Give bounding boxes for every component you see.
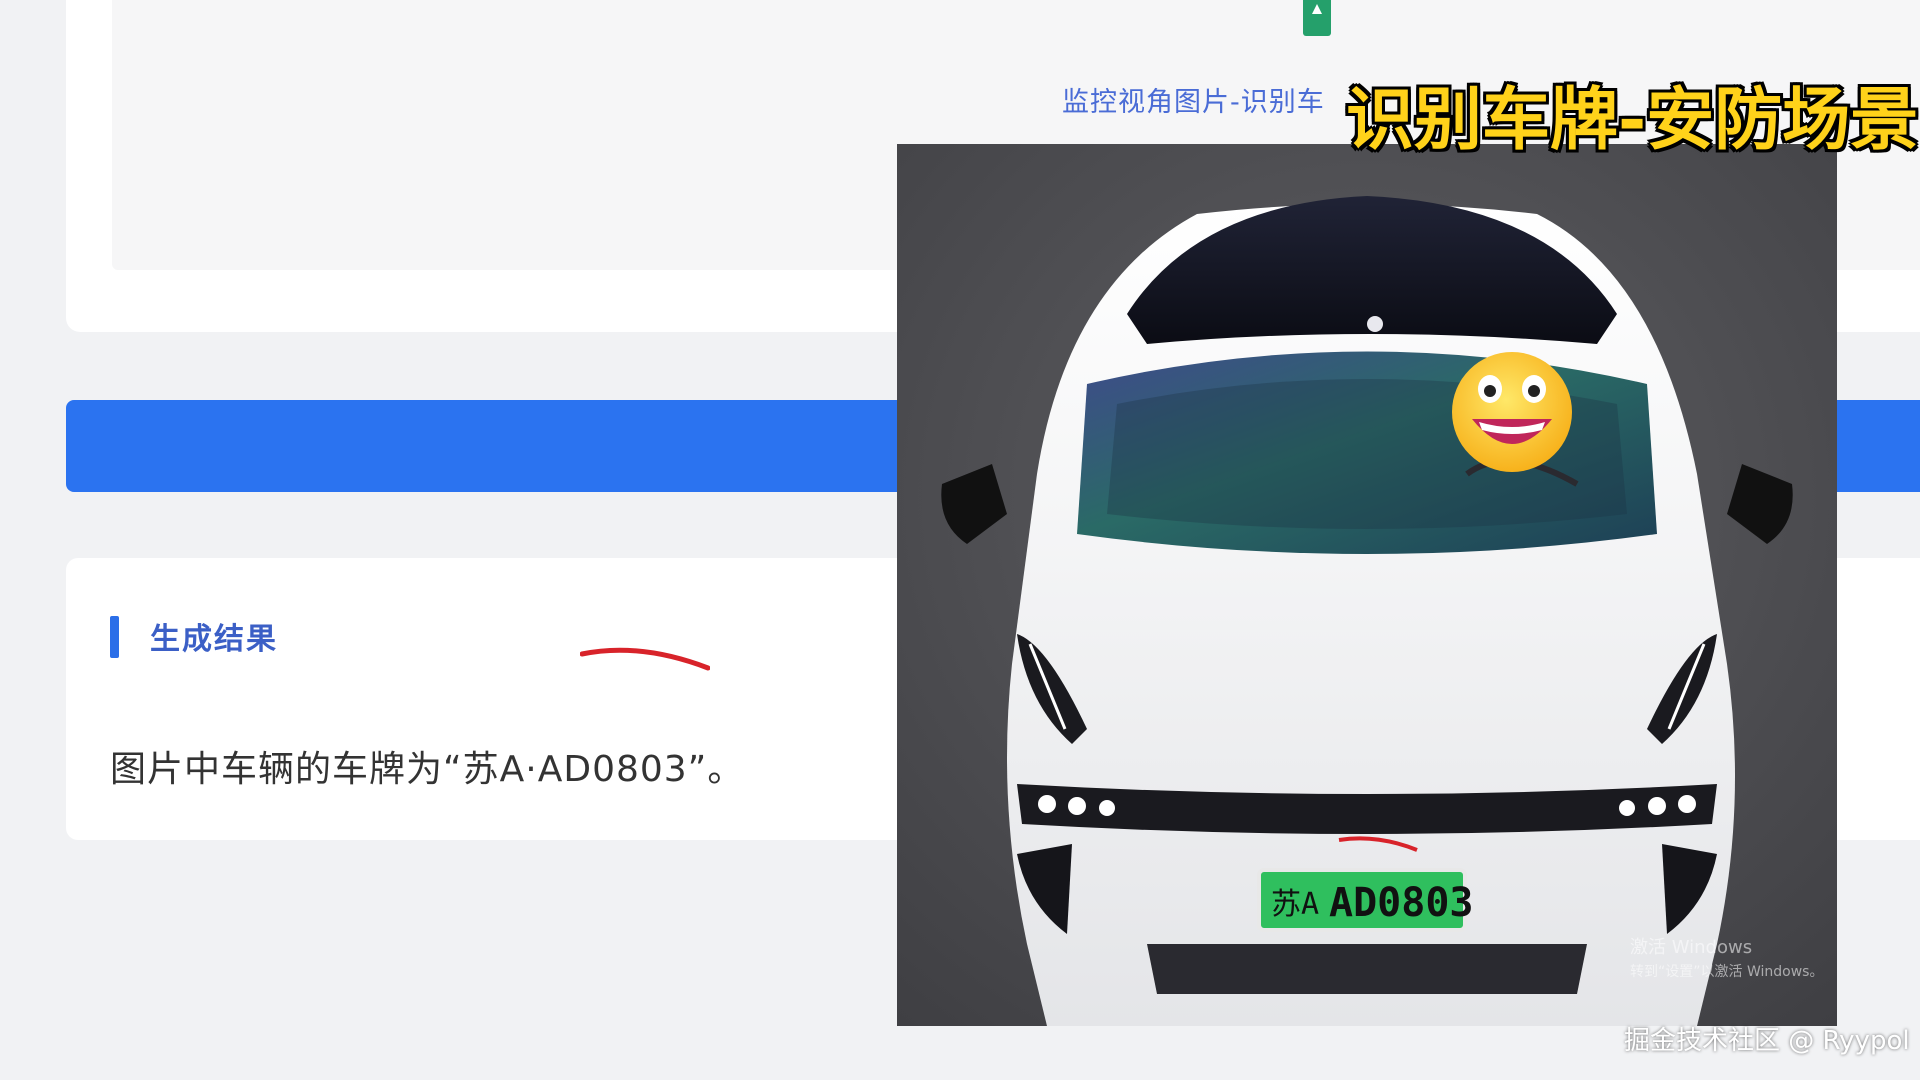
plate-number: AD0803 — [1329, 880, 1474, 926]
uploaded-file-name[interactable]: 监控视角图片-识别车 — [1062, 80, 1325, 119]
image-file-icon — [1303, 0, 1331, 36]
result-text: 图片中车辆的车牌为“苏A·AD0803”。 — [110, 749, 745, 790]
credit-watermark: 掘金技术社区 @ Ryypol — [1624, 1026, 1910, 1056]
section-marker — [110, 616, 119, 658]
grinning-face-icon — [1452, 352, 1572, 472]
watermark-line-2: 转到“设置”以激活 Windows。 — [1630, 964, 1824, 980]
screen: 监控视角图片-识别车 生成结果 图片中车辆的车牌为“苏A·AD0803”。 苏A… — [0, 0, 1920, 1080]
watermark-line-1: 激活 Windows — [1630, 937, 1753, 958]
video-caption-title: 识别车牌-安防场景 — [1346, 81, 1919, 160]
plate-province: 苏A — [1271, 887, 1319, 922]
red-annotation-stroke — [580, 647, 710, 671]
result-section-title: 生成结果 — [150, 622, 278, 657]
car-photo: 苏A AD0803 — [897, 144, 1837, 1026]
windows-activation-watermark: 激活 Windows 转到“设置”以激活 Windows。 — [1630, 936, 1823, 984]
